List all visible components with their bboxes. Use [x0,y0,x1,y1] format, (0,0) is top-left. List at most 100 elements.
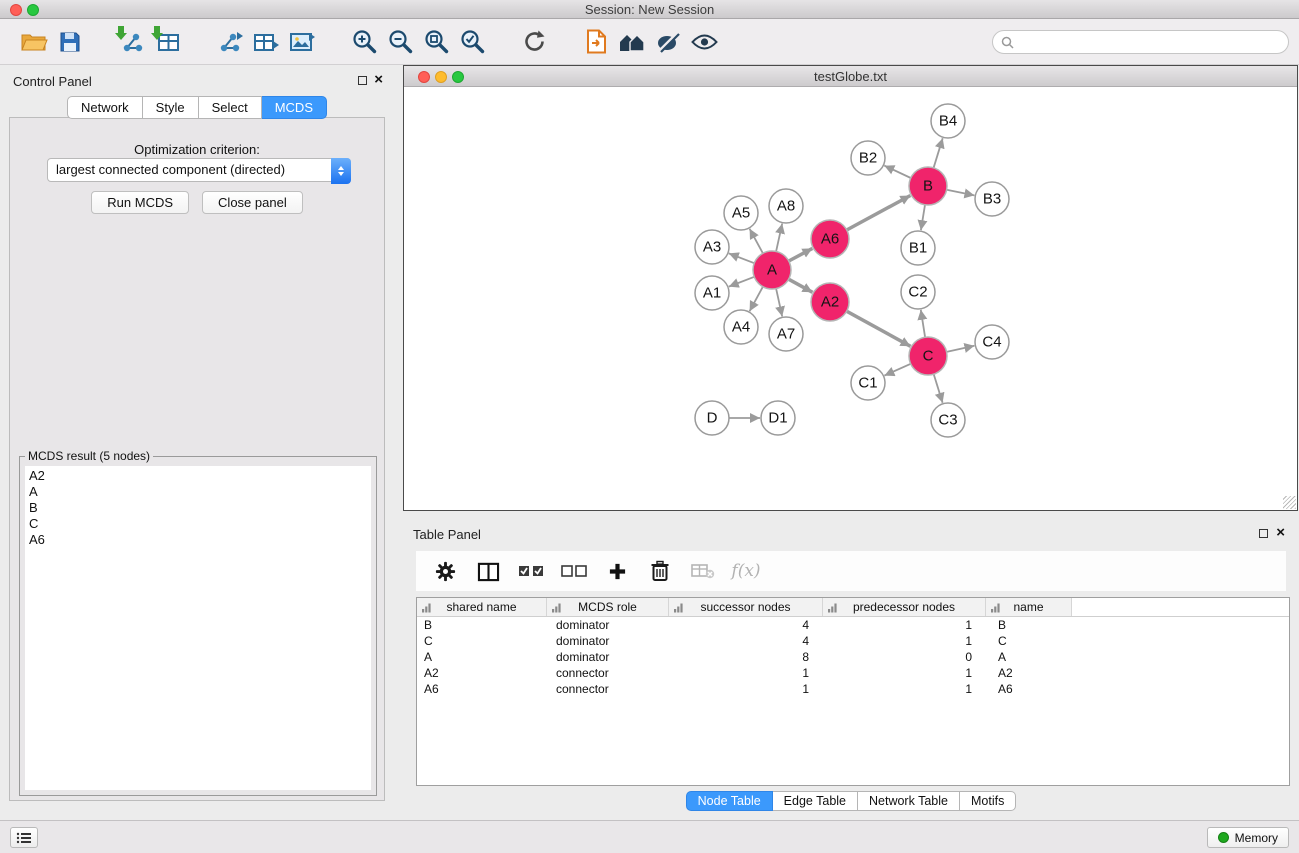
tab-node-table[interactable]: Node Table [686,791,773,811]
criterion-dropdown[interactable]: largest connected component (directed) [47,158,351,182]
close-window-button[interactable] [10,4,22,16]
resize-grip-icon[interactable] [1283,496,1296,509]
graph-edge-A-A3[interactable] [729,253,755,263]
export-image-button[interactable] [284,25,320,59]
table-cell[interactable]: 1 [823,665,986,681]
tab-select[interactable]: Select [199,96,262,119]
function-builder-button[interactable]: f(x) [733,558,759,584]
table-cell[interactable]: 1 [823,681,986,697]
graph-edge-C-C3[interactable] [934,374,943,403]
column-header-predecessor-nodes[interactable]: predecessor nodes [823,598,986,616]
graph-edge-A-A1[interactable] [729,277,755,287]
tab-mcds[interactable]: MCDS [262,96,327,119]
open-session-button[interactable] [16,25,52,59]
run-mcds-button[interactable]: Run MCDS [91,191,189,214]
graph-edge-A-A4[interactable] [750,287,763,312]
delete-table-button[interactable] [690,558,716,584]
export-table-button[interactable] [248,25,284,59]
graph-edge-B-B2[interactable] [884,166,911,178]
graph-edge-C-C1[interactable] [884,364,910,376]
table-cell[interactable]: 4 [669,617,823,633]
zoom-window-button[interactable] [27,4,39,16]
close-network-window-button[interactable] [418,71,430,83]
table-row[interactable]: A2connector11A2 [417,665,1289,681]
add-column-button[interactable] [604,558,630,584]
table-cell[interactable]: 4 [669,633,823,649]
search-box[interactable] [992,30,1289,54]
close-table-panel-icon[interactable]: × [1276,524,1285,542]
column-header-MCDS-role[interactable]: MCDS role [547,598,669,616]
table-cell[interactable]: connector [547,665,669,681]
network-canvas[interactable]: B4B2BB3A5A8A6B1A3AC2A1A2A4A7C4CC1C3DD1 [404,87,1297,510]
home-button[interactable] [614,25,650,59]
close-panel-button[interactable]: Close panel [202,191,303,214]
float-panel-icon[interactable] [358,76,367,85]
column-header-shared-name[interactable]: shared name [417,598,547,616]
graphics-details-button[interactable] [650,25,686,59]
graph-edge-C-C4[interactable] [947,346,975,352]
export-network-button[interactable] [212,25,248,59]
show-columns-button[interactable] [475,558,501,584]
graph-edge-C-C2[interactable] [921,310,925,337]
result-item[interactable]: A6 [29,532,371,548]
table-cell[interactable]: B [417,617,547,633]
table-cell[interactable]: 1 [823,617,986,633]
graph-edge-A-A7[interactable] [776,289,782,317]
result-item[interactable]: A2 [29,468,371,484]
delete-column-button[interactable] [647,558,673,584]
column-header-successor-nodes[interactable]: successor nodes [669,598,823,616]
table-cell[interactable]: A6 [986,681,1072,697]
table-cell[interactable]: dominator [547,633,669,649]
table-cell[interactable]: 1 [669,681,823,697]
close-panel-icon[interactable]: × [374,71,383,89]
graph-edge-B-B4[interactable] [934,138,943,168]
table-cell[interactable]: B [986,617,1072,633]
import-network-button[interactable] [114,25,150,59]
result-item[interactable]: A [29,484,371,500]
tab-network[interactable]: Network [67,96,143,119]
tab-motifs[interactable]: Motifs [960,791,1016,811]
zoom-fit-button[interactable] [418,25,454,59]
float-table-panel-icon[interactable] [1259,529,1268,538]
table-cell[interactable]: 1 [669,665,823,681]
select-all-button[interactable] [518,558,544,584]
table-cell[interactable]: dominator [547,617,669,633]
tab-style[interactable]: Style [143,96,199,119]
refresh-view-button[interactable] [516,25,552,59]
zoom-out-button[interactable] [382,25,418,59]
zoom-in-button[interactable] [346,25,382,59]
table-cell[interactable]: 8 [669,649,823,665]
deselect-all-button[interactable] [561,558,587,584]
table-settings-button[interactable] [432,558,458,584]
memory-button[interactable]: Memory [1207,827,1289,848]
task-history-button[interactable] [10,827,38,848]
table-cell[interactable]: 1 [823,633,986,649]
document-export-button[interactable] [578,25,614,59]
result-item[interactable]: B [29,500,371,516]
table-cell[interactable]: connector [547,681,669,697]
graph-edge-A-A6[interactable] [789,248,813,261]
table-cell[interactable]: 0 [823,649,986,665]
graph-edge-A-A5[interactable] [750,229,763,254]
result-item[interactable]: C [29,516,371,532]
graph-edge-B-B1[interactable] [921,205,925,230]
table-row[interactable]: Bdominator41B [417,617,1289,633]
search-input[interactable] [1019,32,1288,52]
table-cell[interactable]: A2 [417,665,547,681]
graph-edge-A-A8[interactable] [776,224,782,252]
table-cell[interactable]: A [986,649,1072,665]
network-window-titlebar[interactable]: testGlobe.txt [404,66,1297,87]
zoom-network-window-button[interactable] [452,71,464,83]
zoom-selected-button[interactable] [454,25,490,59]
tab-network-table[interactable]: Network Table [858,791,960,811]
column-header-name[interactable]: name [986,598,1072,616]
table-cell[interactable]: C [986,633,1072,649]
import-table-button[interactable] [150,25,186,59]
save-session-button[interactable] [52,25,88,59]
table-cell[interactable]: A6 [417,681,547,697]
table-cell[interactable]: dominator [547,649,669,665]
table-cell[interactable]: C [417,633,547,649]
graph-edge-A2-C[interactable] [847,311,911,346]
table-row[interactable]: Cdominator41C [417,633,1289,649]
show-hide-button[interactable] [686,25,722,59]
